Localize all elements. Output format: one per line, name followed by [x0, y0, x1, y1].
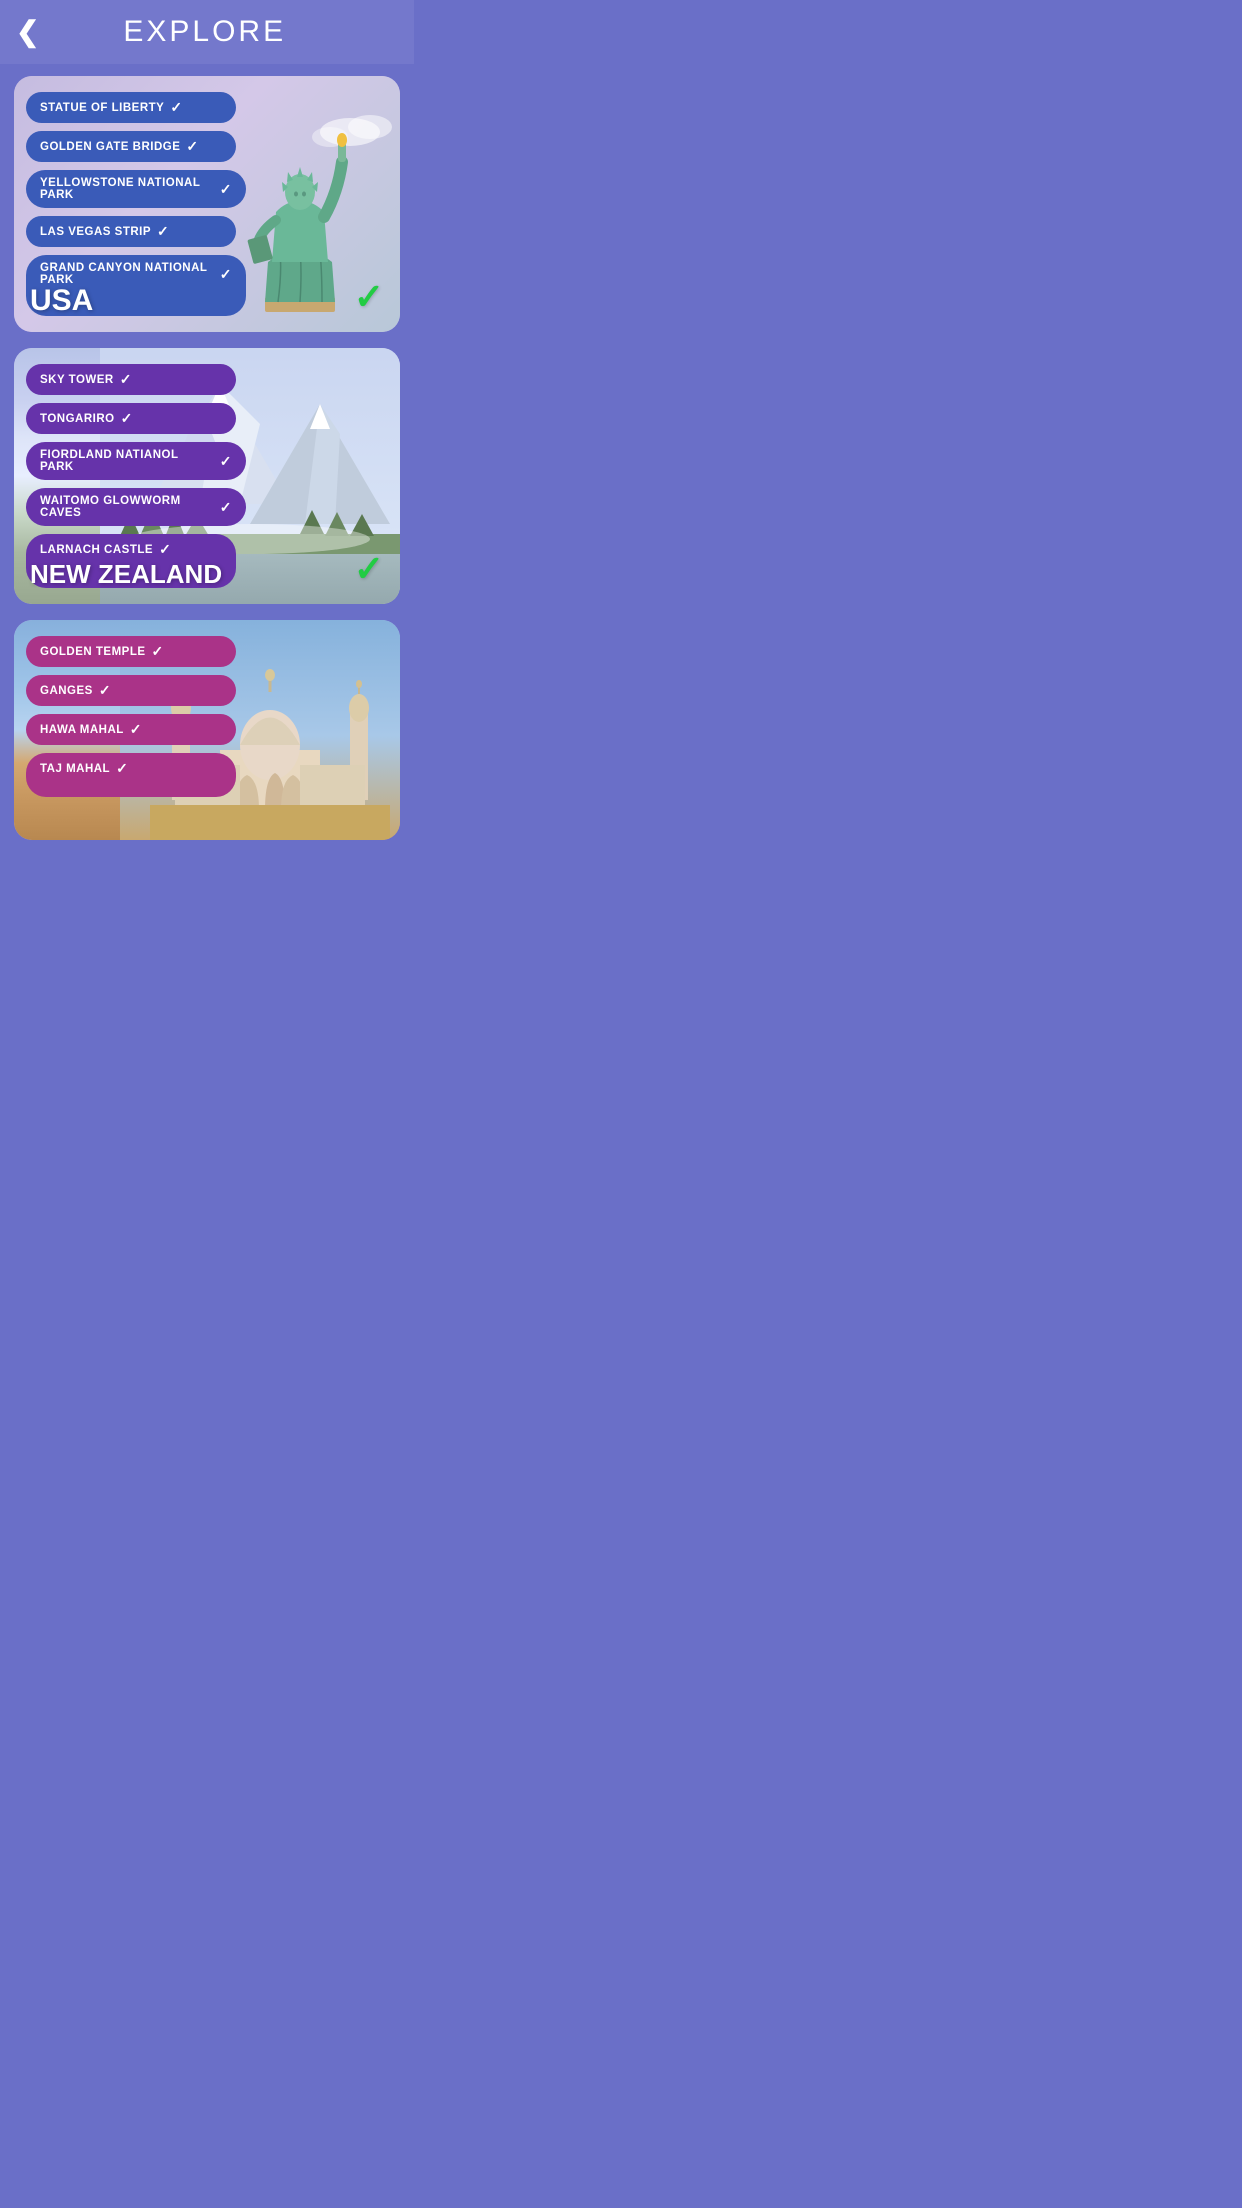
page-title: EXPLORE: [51, 15, 358, 49]
check-icon: ✓: [220, 266, 232, 283]
check-icon: ✓: [152, 643, 164, 660]
usa-card: STATUE OF LIBERTY ✓ GOLDEN GATE BRIDGE ✓…: [14, 76, 400, 332]
landmark-name: FIORDLAND NATIANOL PARK: [40, 449, 214, 473]
india-landmark-hawamahal[interactable]: HAWA MAHAL ✓: [26, 714, 236, 745]
india-landmark-ganges[interactable]: GANGES ✓: [26, 675, 236, 706]
landmark-name: WAITOMO GLOWWORM CAVES: [40, 495, 214, 519]
check-icon: ✓: [220, 499, 232, 516]
nz-landmark-fiordland[interactable]: FIORDLAND NATIANOL PARK ✓: [26, 442, 246, 480]
landmark-name: GRAND CANYON NATIONAL PARK: [40, 262, 214, 286]
usa-landmark-lasvegas[interactable]: LAS VEGAS STRIP ✓: [26, 216, 236, 247]
check-icon: ✓: [159, 541, 171, 558]
content-area: STATUE OF LIBERTY ✓ GOLDEN GATE BRIDGE ✓…: [0, 64, 414, 852]
landmark-name: TONGARIRO: [40, 413, 115, 425]
check-icon: ✓: [157, 223, 169, 240]
nz-landmark-skytower[interactable]: SKY TOWER ✓: [26, 364, 236, 395]
nz-country-name: NEW ZEALAND: [30, 559, 222, 590]
landmark-name: GANGES: [40, 685, 93, 697]
check-icon: ✓: [116, 760, 128, 777]
india-landmark-tajmahal[interactable]: TAJ MAHAL ✓: [26, 753, 236, 797]
check-icon: ✓: [120, 371, 132, 388]
landmark-name: TAJ MAHAL: [40, 763, 110, 775]
usa-completed-check: ✓: [354, 276, 384, 318]
india-landmarks: GOLDEN TEMPLE ✓ GANGES ✓ HAWA MAHAL ✓ TA…: [14, 620, 400, 813]
nz-card: SKY TOWER ✓ TONGARIRO ✓ FIORDLAND NATIAN…: [14, 348, 400, 604]
landmark-name: LAS VEGAS STRIP: [40, 226, 151, 238]
check-icon: ✓: [121, 410, 133, 427]
usa-country-name: USA: [30, 284, 93, 318]
check-icon: ✓: [186, 138, 198, 155]
usa-landmark-yellowstone[interactable]: YELLOWSTONE NATIONAL PARK ✓: [26, 170, 246, 208]
landmark-name: STATUE OF LIBERTY: [40, 102, 164, 114]
usa-landmark-ggbridge[interactable]: GOLDEN GATE BRIDGE ✓: [26, 131, 236, 162]
check-icon: ✓: [170, 99, 182, 116]
landmark-name: LARNACH CASTLE: [40, 544, 153, 556]
check-icon: ✓: [99, 682, 111, 699]
nz-landmark-tongariro[interactable]: TONGARIRO ✓: [26, 403, 236, 434]
india-landmark-goldentemple[interactable]: GOLDEN TEMPLE ✓: [26, 636, 236, 667]
landmark-name: SKY TOWER: [40, 374, 114, 386]
landmark-name: YELLOWSTONE NATIONAL PARK: [40, 177, 214, 201]
landmark-name: GOLDEN GATE BRIDGE: [40, 141, 180, 153]
landmark-name: GOLDEN TEMPLE: [40, 646, 146, 658]
nz-completed-check: ✓: [354, 548, 384, 590]
check-icon: ✓: [130, 721, 142, 738]
check-icon: ✓: [220, 181, 232, 198]
header: ❮ EXPLORE: [0, 0, 414, 64]
nz-landmark-waitomo[interactable]: WAITOMO GLOWWORM CAVES ✓: [26, 488, 246, 526]
usa-landmark-statue[interactable]: STATUE OF LIBERTY ✓: [26, 92, 236, 123]
check-icon: ✓: [220, 453, 232, 470]
back-button[interactable]: ❮: [16, 18, 39, 46]
landmark-name: HAWA MAHAL: [40, 724, 124, 736]
india-card: GOLDEN TEMPLE ✓ GANGES ✓ HAWA MAHAL ✓ TA…: [14, 620, 400, 840]
